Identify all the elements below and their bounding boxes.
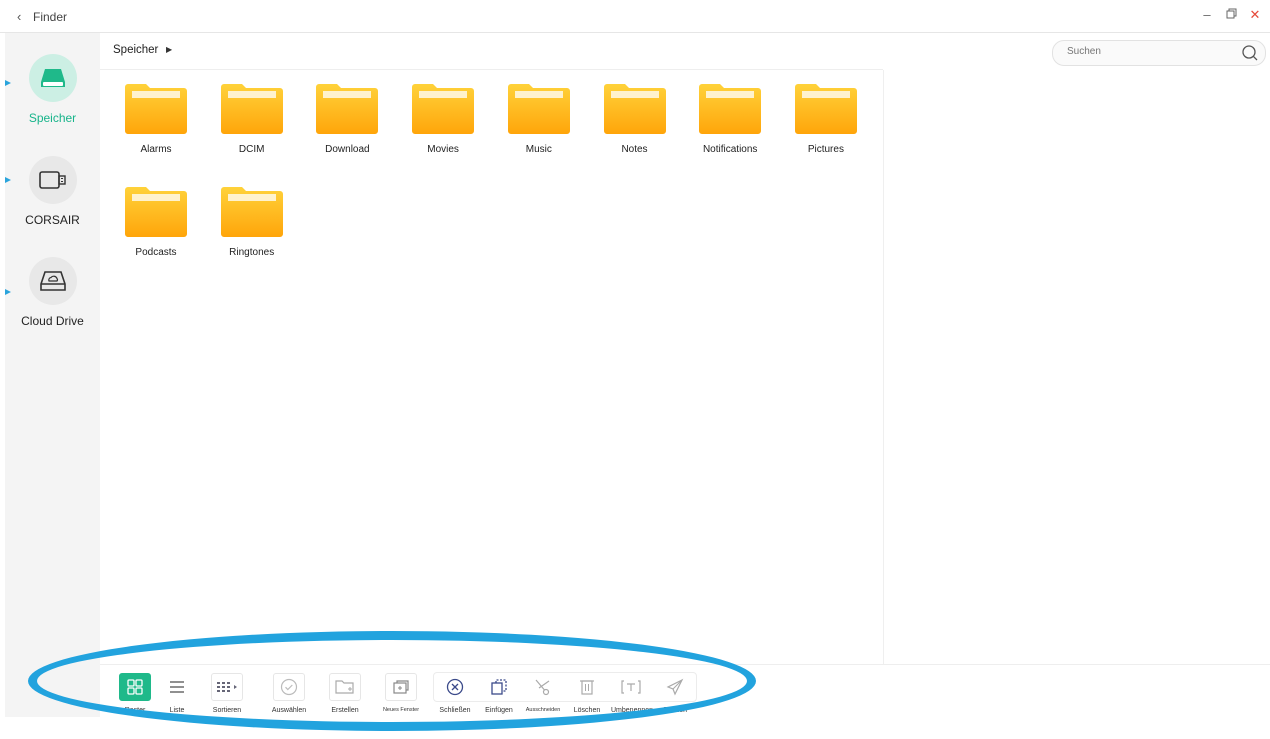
folder-icon (507, 82, 570, 134)
usb-drive-icon (28, 156, 77, 204)
new-window-icon (385, 673, 417, 701)
sidebar-item-cloud-drive[interactable]: Cloud Drive (5, 257, 100, 328)
folder-item[interactable]: Music (493, 82, 585, 155)
schliessen-label: Schließen (439, 707, 471, 714)
close-icon[interactable]: ✕ (1248, 7, 1262, 23)
paste-icon (483, 673, 515, 701)
folder-item[interactable]: Movies (397, 82, 489, 155)
send-icon (659, 673, 691, 701)
sidebar: Speicher CORSAIR Cloud Drive (5, 33, 100, 717)
search-box[interactable] (1052, 40, 1266, 66)
raster-button[interactable]: Raster (115, 673, 155, 714)
folder-label: DCIM (238, 144, 265, 155)
folder-label: Ringtones (229, 247, 275, 258)
folder-item[interactable]: Podcasts (110, 185, 202, 258)
erstellen-label: Erstellen (331, 707, 359, 714)
raster-label: Raster (124, 707, 146, 714)
folder-item[interactable]: Download (301, 82, 393, 155)
rename-icon (615, 673, 647, 701)
storage-drive-icon (28, 54, 77, 102)
sidebar-item-label: Speicher (28, 111, 77, 125)
neues-fenster-label: Neues Fenster (382, 707, 420, 713)
umbenennen-label: Umbenennen (611, 707, 654, 714)
restore-icon[interactable] (1224, 7, 1238, 23)
senden-label: Senden (662, 707, 688, 714)
title-bar: ‹ Finder – ✕ (0, 0, 1270, 33)
folder-label: Notes (621, 144, 648, 155)
folder-label: Download (325, 144, 370, 155)
search-icon[interactable] (1241, 44, 1259, 67)
sortieren-button[interactable]: Sortieren (207, 673, 247, 714)
folder-icon (220, 82, 283, 134)
folder-label: Music (525, 144, 552, 155)
einfuegen-button[interactable]: Einfügen (479, 673, 519, 714)
folder-item[interactable]: Pictures (780, 82, 872, 155)
folder-label: Movies (427, 144, 459, 155)
umbenennen-button[interactable]: Umbenennen (611, 673, 654, 714)
minimize-icon[interactable]: – (1200, 7, 1214, 23)
auswaehlen-button[interactable]: Auswählen (269, 673, 309, 714)
ausschneiden-button[interactable]: Ausschneiden (523, 673, 563, 713)
sidebar-item-label: Cloud Drive (21, 314, 84, 328)
folder-label: Notifications (702, 144, 758, 155)
sort-icon (211, 673, 243, 701)
sidebar-item-corsair[interactable]: CORSAIR (5, 156, 100, 227)
window-title: Finder (33, 10, 68, 24)
neues-fenster-button[interactable]: Neues Fenster (381, 673, 421, 713)
trash-icon (571, 673, 603, 701)
folder-item[interactable]: Notes (589, 82, 681, 155)
list-view-icon (161, 673, 193, 701)
sortieren-label: Sortieren (212, 707, 242, 714)
liste-button[interactable]: Liste (157, 673, 197, 714)
folder-icon (603, 82, 666, 134)
folder-icon (316, 82, 379, 134)
loeschen-label: Löschen (573, 707, 601, 714)
bottom-toolbar: Raster Liste Sortieren Auswählen Erstell… (100, 664, 1270, 718)
schliessen-button[interactable]: Schließen (435, 673, 475, 714)
panel-divider (883, 70, 884, 664)
folder-item[interactable]: Ringtones (206, 185, 298, 258)
check-circle-icon (273, 673, 305, 701)
folder-icon (125, 82, 187, 134)
erstellen-button[interactable]: Erstellen (325, 673, 365, 714)
folder-icon (699, 82, 762, 134)
loeschen-button[interactable]: Löschen (567, 673, 607, 714)
sidebar-item-label: CORSAIR (25, 213, 80, 227)
ausschneiden-label: Ausschneiden (525, 707, 561, 713)
folder-label: Pictures (807, 144, 844, 155)
folder-icon (220, 185, 283, 237)
search-input[interactable] (1065, 45, 1229, 58)
folder-icon (412, 82, 475, 134)
folder-label: Podcasts (135, 247, 177, 258)
folder-item[interactable]: Notifications (684, 82, 776, 155)
grid-view-icon (119, 673, 151, 701)
einfuegen-label: Einfügen (485, 707, 513, 714)
folder-item[interactable]: Alarms (110, 82, 202, 155)
cloud-drive-icon (28, 257, 77, 305)
folder-icon (125, 185, 187, 237)
scissors-icon (527, 673, 559, 701)
liste-label: Liste (169, 707, 185, 714)
folder-label: Alarms (140, 144, 172, 155)
breadcrumb-arrow-icon[interactable]: ▶ (166, 45, 172, 54)
auswaehlen-label: Auswählen (271, 707, 307, 714)
sidebar-item-speicher[interactable]: Speicher (5, 54, 100, 125)
close-circle-icon (439, 673, 471, 701)
folder-item[interactable]: DCIM (206, 82, 298, 155)
breadcrumb-item[interactable]: Speicher (113, 44, 158, 56)
senden-button[interactable]: Senden (655, 673, 695, 714)
new-folder-icon (329, 673, 361, 701)
window-controls: – ✕ (1200, 7, 1262, 23)
breadcrumb: Speicher ▶ (100, 33, 883, 70)
folder-icon (794, 82, 857, 134)
chevron-left-icon[interactable]: ‹ (17, 9, 21, 24)
